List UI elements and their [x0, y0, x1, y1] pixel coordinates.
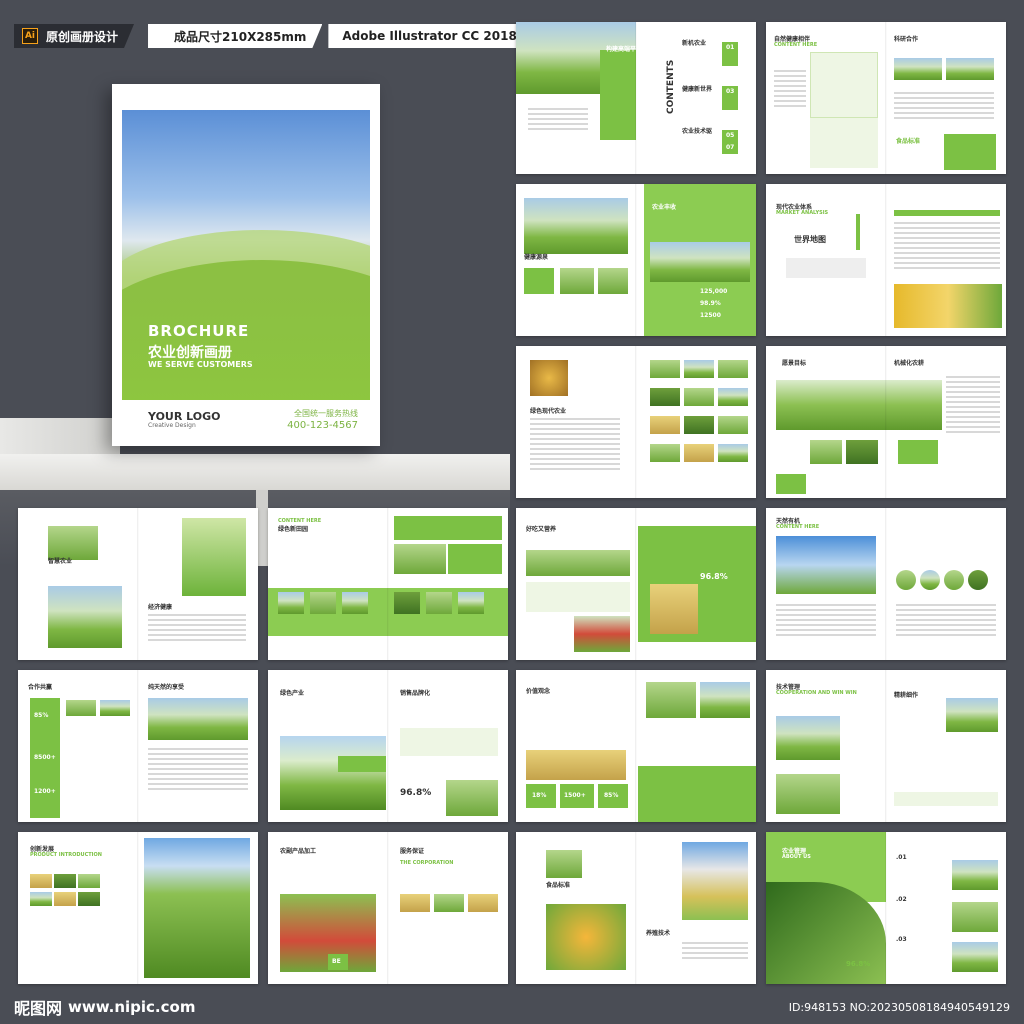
nipic-url[interactable]: www.nipic.com	[68, 998, 195, 1016]
cover-hotline-label: 全国统一服务热线	[294, 409, 358, 418]
nipic-logo: 昵图网	[14, 999, 63, 1018]
spread7-right-title: 经济健康	[148, 604, 173, 611]
spread11-n3: 1200+	[34, 788, 56, 795]
spread16-en: THE CORPORATION	[400, 860, 454, 866]
spread6-right-title: 机械化农耕	[894, 360, 925, 367]
spread11-right-title: 纯天然的享受	[148, 684, 185, 691]
illustrator-icon: Ai	[22, 28, 38, 44]
spread1-n2: 03	[726, 88, 735, 95]
badge-size: 成品尺寸210X285mm	[148, 24, 322, 48]
spread4-en: MARKET ANALYSIS	[776, 210, 829, 216]
badge-original-design: Ai 原创画册设计	[14, 24, 134, 48]
spread6-left-title: 愿景目标	[782, 360, 807, 367]
spread13-title: 价值观念	[526, 688, 551, 695]
spread-nutrition: 好吃又营养 96.8%	[516, 508, 756, 660]
spread14-en: COOPERATION AND WIN WIN	[776, 690, 857, 696]
spread-smart-agri: 智慧农业 经济健康	[18, 508, 258, 660]
spread13-n1: 18%	[532, 792, 547, 799]
spread8-title: 绿色新田园	[278, 526, 309, 533]
spread2-right-title: 科研合作	[894, 36, 919, 43]
spread1-n4: 07	[726, 144, 735, 151]
spread1-toc2: 健康新世界	[682, 86, 713, 93]
spread1-toc1: 新机农业	[682, 40, 707, 47]
spread15-en: PRODUCT INTRODUCTION	[30, 852, 102, 858]
spread16-right-title: 服务保证	[400, 848, 425, 855]
spread5-title: 绿色现代农业	[530, 408, 567, 415]
spread13-n2: 1500+	[564, 792, 586, 799]
spread11-n1: 85%	[34, 712, 49, 719]
spread2-quote: 食品标准	[896, 138, 921, 145]
spread1-contents: CONTENTS	[666, 59, 676, 114]
spread7-left-title: 智慧农业	[48, 558, 73, 565]
spread10-en: CONTENT HERE	[776, 524, 820, 530]
spread1-n1: 01	[726, 44, 735, 51]
spread16-tag: BE	[332, 958, 341, 965]
spread-organic: 天然有机 CONTENT HERE	[766, 508, 1006, 660]
spread1-toc3: 农业技术驱	[682, 128, 713, 135]
spread8-en: CONTENT HERE	[278, 518, 322, 524]
cover-subtitle-en: WE SERVE CUSTOMERS	[148, 360, 253, 369]
cover-title: BROCHURE	[148, 322, 250, 340]
cover-logo-sub: Creative Design	[148, 422, 196, 429]
spread-vision: 愿景目标 机械化农耕	[766, 346, 1006, 498]
spread17-left-title: 食品标准	[546, 882, 571, 889]
spread-harvest: 健康源泉 农业丰收 125,000 98.9% 12500	[516, 184, 756, 336]
spread-tech: 技术管理 COOPERATION AND WIN WIN 精耕细作	[766, 670, 1006, 822]
spread18-n1: .01	[896, 854, 907, 861]
spread-green-field: 绿色新田园 CONTENT HERE	[268, 508, 508, 660]
spread9-n1: 96.8%	[700, 572, 728, 581]
header-badges: Ai 原创画册设计 成品尺寸210X285mm Adobe Illustrato…	[14, 24, 533, 48]
spread3-left-title: 健康源泉	[524, 254, 549, 261]
cover-subtitle: 农业创新画册	[148, 345, 232, 361]
spread-processing: 农副产品加工 BE 服务保证 THE CORPORATION	[268, 832, 508, 984]
cover-phone: 400-123-4567	[287, 420, 358, 431]
spread-green-agri: 绿色现代农业	[516, 346, 756, 498]
spread18-en: ABOUT US	[782, 854, 811, 860]
spread1-n3: 05	[726, 132, 735, 139]
spread-contents: 构建高端平台 CONTENTS 新机农业 健康新世界 农业技术驱 01 03 0…	[516, 22, 756, 174]
table-top	[0, 454, 510, 490]
spread3-n1: 125,000	[700, 288, 728, 295]
spread-food-standard: 食品标准 养殖技术	[516, 832, 756, 984]
spread17-right-title: 养殖技术	[646, 930, 671, 937]
spread13-n3: 85%	[604, 792, 619, 799]
spread12-right-title: 销售品牌化	[400, 690, 431, 697]
spread1-title: 构建高端平台	[606, 46, 643, 53]
spread3-right-title: 农业丰收	[652, 204, 677, 211]
spread2-en: CONTENT HERE	[774, 42, 818, 48]
spread3-n2: 98.9%	[700, 300, 721, 307]
badge-software: Adobe Illustrator CC 2018	[328, 24, 532, 48]
footer-watermark: 昵图网 www.nipic.com	[14, 992, 195, 1022]
spread-market: 现代农业体系 MARKET ANALYSIS 世界地图	[766, 184, 1006, 336]
brochure-cover: BROCHURE 农业创新画册 WE SERVE CUSTOMERS YOUR …	[112, 84, 380, 446]
spread-values: 价值观念 18% 1500+ 85%	[516, 670, 756, 822]
spread18-n3: .03	[896, 936, 907, 943]
spread14-right-title: 精耕细作	[894, 692, 919, 699]
badge1-label: 原创画册设计	[46, 29, 119, 44]
spread4-sub: 世界地图	[794, 235, 826, 244]
spread-health: 自然健康相伴 科研合作 CONTENT HERE 食品标准	[766, 22, 1006, 174]
spread-cooperation: 合作共赢 85% 8500+ 1200+ 纯天然的享受	[18, 670, 258, 822]
spread11-n2: 8500+	[34, 754, 56, 761]
spread12-left-title: 绿色产业	[280, 690, 305, 697]
spread3-n3: 12500	[700, 312, 721, 319]
spread12-n1: 96.8%	[400, 788, 432, 798]
spread-agri-management: 农业管理 ABOUT US 96.8% .01 .02 .03	[766, 832, 1006, 984]
spread16-left-title: 农副产品加工	[280, 848, 317, 855]
spread18-n2: .02	[896, 896, 907, 903]
spread-innovation: 创新发展 PRODUCT INTRODUCTION	[18, 832, 258, 984]
spread11-left-title: 合作共赢	[28, 684, 53, 691]
spread9-title: 好吃又营养	[526, 526, 557, 533]
image-id: ID:948153 NO:20230508184940549129	[788, 1001, 1010, 1014]
spread-green-industry: 绿色产业 销售品牌化 96.8%	[268, 670, 508, 822]
spread18-n4: 96.8%	[846, 960, 871, 968]
